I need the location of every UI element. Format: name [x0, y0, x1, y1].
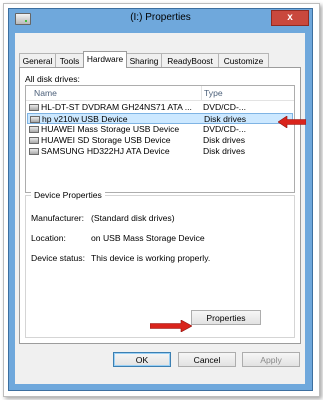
- cancel-button[interactable]: Cancel: [178, 352, 236, 367]
- tab-tools[interactable]: Tools: [55, 53, 84, 67]
- title-bar: (I:) Properties x: [9, 9, 312, 29]
- drive-name: HUAWEI Mass Storage USB Device: [41, 124, 180, 134]
- drive-type: DVD/CD-...: [203, 102, 246, 112]
- manufacturer-label: Manufacturer:: [31, 213, 85, 223]
- tab-customize[interactable]: Customize: [218, 53, 269, 67]
- properties-window: (I:) Properties x General Tools Hardware…: [8, 8, 313, 391]
- apply-button[interactable]: Apply: [242, 352, 300, 367]
- ok-button[interactable]: OK: [113, 352, 171, 367]
- tab-sharing[interactable]: Sharing: [126, 53, 162, 67]
- dvd-drive-icon: [29, 126, 39, 133]
- annotation-arrow-right-icon: [150, 320, 192, 332]
- tab-strip: General Tools Hardware Sharing ReadyBoos…: [19, 51, 301, 68]
- drive-type: DVD/CD-...: [203, 124, 246, 134]
- disk-drive-icon: [30, 116, 40, 123]
- all-disk-drives-label: All disk drives:: [25, 74, 80, 84]
- disk-drive-icon: [29, 148, 39, 155]
- drive-row[interactable]: SAMSUNG HD322HJ ATA Device Disk drives: [27, 146, 293, 157]
- close-button[interactable]: x: [271, 10, 309, 26]
- location-value: on USB Mass Storage Device: [91, 233, 205, 243]
- drive-type: Disk drives: [203, 146, 246, 156]
- device-properties-group: Device Properties Manufacturer: (Standar…: [25, 190, 295, 338]
- drive-type: Disk drives: [203, 135, 246, 145]
- drive-name: SAMSUNG HD322HJ ATA Device: [41, 146, 170, 156]
- drive-row[interactable]: HL-DT-ST DVDRAM GH24NS71 ATA ... DVD/CD-…: [27, 102, 293, 113]
- device-status-value: This device is working properly.: [91, 253, 211, 263]
- device-status-label: Device status:: [31, 253, 85, 263]
- location-label: Location:: [31, 233, 66, 243]
- column-header-name[interactable]: Name: [34, 88, 57, 98]
- disk-drive-icon: [29, 137, 39, 144]
- properties-button[interactable]: Properties: [191, 310, 261, 325]
- drive-name: HL-DT-ST DVDRAM GH24NS71 ATA ...: [41, 102, 192, 112]
- dvd-drive-icon: [29, 104, 39, 111]
- device-properties-title: Device Properties: [31, 190, 105, 200]
- window-title: (I:) Properties: [130, 12, 191, 23]
- tab-hardware[interactable]: Hardware: [83, 51, 127, 68]
- drive-row-selected[interactable]: hp v210w USB Device Disk drives: [27, 113, 293, 124]
- drive-name: HUAWEI SD Storage USB Device: [41, 135, 171, 145]
- annotation-arrow-left-icon: [278, 116, 306, 128]
- drive-row[interactable]: HUAWEI Mass Storage USB Device DVD/CD-..…: [27, 124, 293, 135]
- manufacturer-value: (Standard disk drives): [91, 213, 175, 223]
- drive-row[interactable]: HUAWEI SD Storage USB Device Disk drives: [27, 135, 293, 146]
- list-header: Name Type: [26, 86, 294, 101]
- tab-readyboost[interactable]: ReadyBoost: [161, 53, 219, 67]
- tab-general[interactable]: General: [19, 53, 56, 67]
- hardware-tab-panel: All disk drives: Name Type HL-DT-ST DVDR…: [19, 67, 301, 344]
- disk-drives-list[interactable]: Name Type HL-DT-ST DVDRAM GH24NS71 ATA .…: [25, 85, 295, 193]
- column-separator: [201, 86, 202, 100]
- column-header-type[interactable]: Type: [204, 88, 223, 98]
